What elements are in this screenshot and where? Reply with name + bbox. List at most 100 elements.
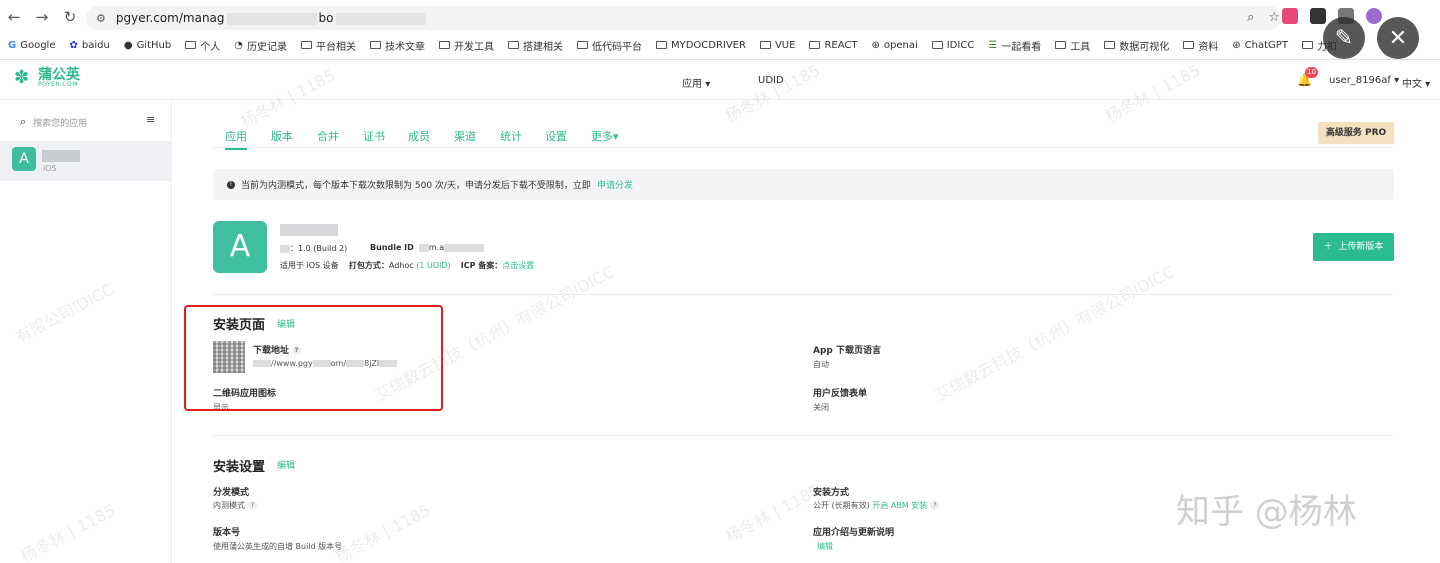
address-bar[interactable]: ⚙ pgyer.com/manag bo (86, 6, 1281, 30)
app-intro-edit-link[interactable]: 编辑 (817, 541, 833, 552)
test-mode-notice: ! 当前为内测模式，每个版本下载次数限制为 500 次/天，申请分发后下载不受限… (213, 169, 1394, 200)
folder-icon (1183, 41, 1195, 49)
app-tabs: 应用 版本 合并 证书 成员 渠道 统计 设置 更多▾ (213, 126, 1393, 150)
tab-more[interactable]: 更多▾ (591, 128, 619, 144)
edit-overlay-icon[interactable]: ✎ (1323, 17, 1365, 59)
bookmark-openai[interactable]: ⊛ openai (871, 40, 917, 51)
apply-distribution-link[interactable]: 申请分发 (597, 178, 633, 191)
app-header: ✽ 蒲公英 PGYER.COM 应用 ▾ UDID 🔔 10 user_8196… (0, 60, 1440, 100)
sidebar-app-item[interactable]: A iOS (0, 141, 172, 181)
folder-icon (655, 41, 667, 49)
app-search[interactable]: ⌕ 搜索您的应用 (20, 115, 87, 129)
bookmark-history[interactable]: ◔ 历史记录 (234, 38, 287, 53)
close-overlay-icon[interactable]: ✕ (1377, 17, 1419, 59)
help-icon[interactable]: ? (930, 501, 940, 510)
pgyer-logo[interactable]: ✽ 蒲公英 PGYER.COM (14, 68, 80, 88)
version-info: ：1.0 (Build 2) (280, 243, 347, 254)
folder-icon (369, 41, 381, 49)
bookmark-folder[interactable]: 技术文章 (369, 38, 425, 53)
user-menu[interactable]: user_8196af ▾ (1329, 75, 1399, 86)
app-os-label: iOS (43, 164, 57, 173)
site-info-icon[interactable]: ⚙ (96, 12, 106, 25)
notification-badge: 10 (1305, 67, 1318, 78)
app-name-redacted (42, 150, 80, 162)
address-row: ← → ↻ ⚙ pgyer.com/manag bo ⌕ ☆ (0, 4, 1440, 30)
zhihu-watermark: 知乎 @杨林 (1176, 492, 1357, 532)
install-settings-title: 安装设置 (213, 460, 266, 475)
dandelion-icon: ✽ (14, 67, 30, 88)
folder-icon (931, 41, 943, 49)
menu-udid[interactable]: UDID (758, 75, 784, 86)
bookmark-star-icon[interactable]: ☆ (1268, 10, 1280, 25)
folder-icon (438, 41, 450, 49)
download-lang-value: 自动 (813, 360, 829, 369)
tab-channel[interactable]: 渠道 (454, 128, 476, 144)
upload-new-version-button[interactable]: ＋ 上传新版本 (1313, 233, 1394, 261)
distribution-mode-value: 内测模式? (213, 500, 257, 511)
bookmark-chatgpt[interactable]: ⊛ ChatGPT (1232, 40, 1288, 51)
folder-icon (809, 41, 821, 49)
tab-certificate[interactable]: 证书 (363, 128, 385, 144)
paw-icon: ✿ (69, 39, 78, 51)
reload-icon[interactable]: ↻ (56, 4, 84, 30)
enable-abm-link[interactable]: 开启 ABM 安装 (872, 501, 927, 510)
openai-icon: ⊛ (1232, 39, 1241, 51)
bookmark-folder[interactable]: 资料 (1183, 38, 1218, 53)
list-icon: ☰ (988, 39, 998, 51)
bookmark-folder[interactable]: IDICC (931, 40, 974, 51)
distribution-mode-label: 分发模式 (213, 488, 250, 498)
help-icon[interactable]: ? (248, 501, 257, 510)
bookmark-folder[interactable]: MYDOCDRIVER (655, 40, 746, 51)
bookmark-folder[interactable]: 搭建相关 (507, 38, 563, 53)
install-settings-edit-link[interactable]: 编辑 (277, 458, 295, 471)
divider (213, 294, 1394, 295)
bookmark-folder[interactable]: 开发工具 (438, 38, 494, 53)
folder-icon (576, 41, 588, 49)
menu-app[interactable]: 应用 ▾ (682, 75, 710, 90)
bookmark-folder[interactable]: 工具 (1055, 38, 1090, 53)
bookmark-folder[interactable]: REACT (809, 40, 857, 51)
tab-settings[interactable]: 设置 (545, 128, 567, 144)
tab-app[interactable]: 应用 (225, 128, 247, 150)
tab-members[interactable]: 成员 (408, 128, 430, 144)
forward-icon[interactable]: → (28, 4, 56, 30)
app-store-icon: A (213, 221, 267, 273)
language-select[interactable]: 中文 ▾ (1402, 75, 1430, 90)
extension-icon[interactable] (1282, 8, 1298, 24)
logo-text: 蒲公英 (38, 67, 80, 83)
info-icon: ! (227, 180, 235, 189)
profile-avatar-icon[interactable] (1366, 8, 1382, 24)
version-number-label: 版本号 (213, 528, 241, 538)
bookmark-github[interactable]: ● GitHub (124, 40, 171, 51)
bookmark-folder[interactable]: 个人 (185, 38, 220, 53)
app-name-redacted (280, 224, 338, 236)
bookmark-folder[interactable]: 低代码平台 (576, 38, 642, 53)
download-lang-label: App 下载页语言 (813, 346, 881, 356)
folder-icon (1301, 41, 1313, 49)
bookmark-folder[interactable]: 数据可视化 (1104, 38, 1169, 53)
app-intro-label: 应用介绍与更新说明 (813, 528, 895, 538)
install-method-label: 安装方式 (813, 488, 850, 498)
bookmark-folder[interactable]: 平台相关 (300, 38, 356, 53)
bookmark-folder[interactable]: VUE (759, 40, 795, 51)
back-icon[interactable]: ← (0, 4, 28, 30)
tab-stats[interactable]: 统计 (500, 128, 522, 144)
openai-icon: ⊛ (871, 39, 880, 51)
tab-merge[interactable]: 合并 (317, 128, 339, 144)
highlight-box (184, 305, 443, 411)
folder-icon (1104, 41, 1116, 49)
pro-service-button[interactable]: 高级服务 PRO (1318, 122, 1394, 144)
feedback-form-label: 用户反馈表单 (813, 389, 868, 399)
folder-icon (759, 41, 771, 49)
feedback-form-value: 关闭 (813, 403, 829, 412)
bookmark-baidu[interactable]: ✿ baidu (69, 40, 109, 51)
divider (213, 435, 1394, 436)
zoom-icon[interactable]: ⌕ (1247, 10, 1254, 25)
bookmark-google[interactable]: G Google (8, 40, 55, 51)
tab-version[interactable]: 版本 (271, 128, 293, 144)
filter-icon[interactable]: ≡ (146, 113, 155, 126)
extension-icon[interactable] (1310, 8, 1326, 24)
bookmarks-bar: G Google ✿ baidu ● GitHub 个人 ◔ 历史记录 平台相关 技术文… (8, 36, 1337, 54)
bookmark-yiqi[interactable]: ☰ 一起看看 (988, 38, 1041, 53)
icp-settings-link[interactable]: 点击设置 (502, 261, 534, 270)
